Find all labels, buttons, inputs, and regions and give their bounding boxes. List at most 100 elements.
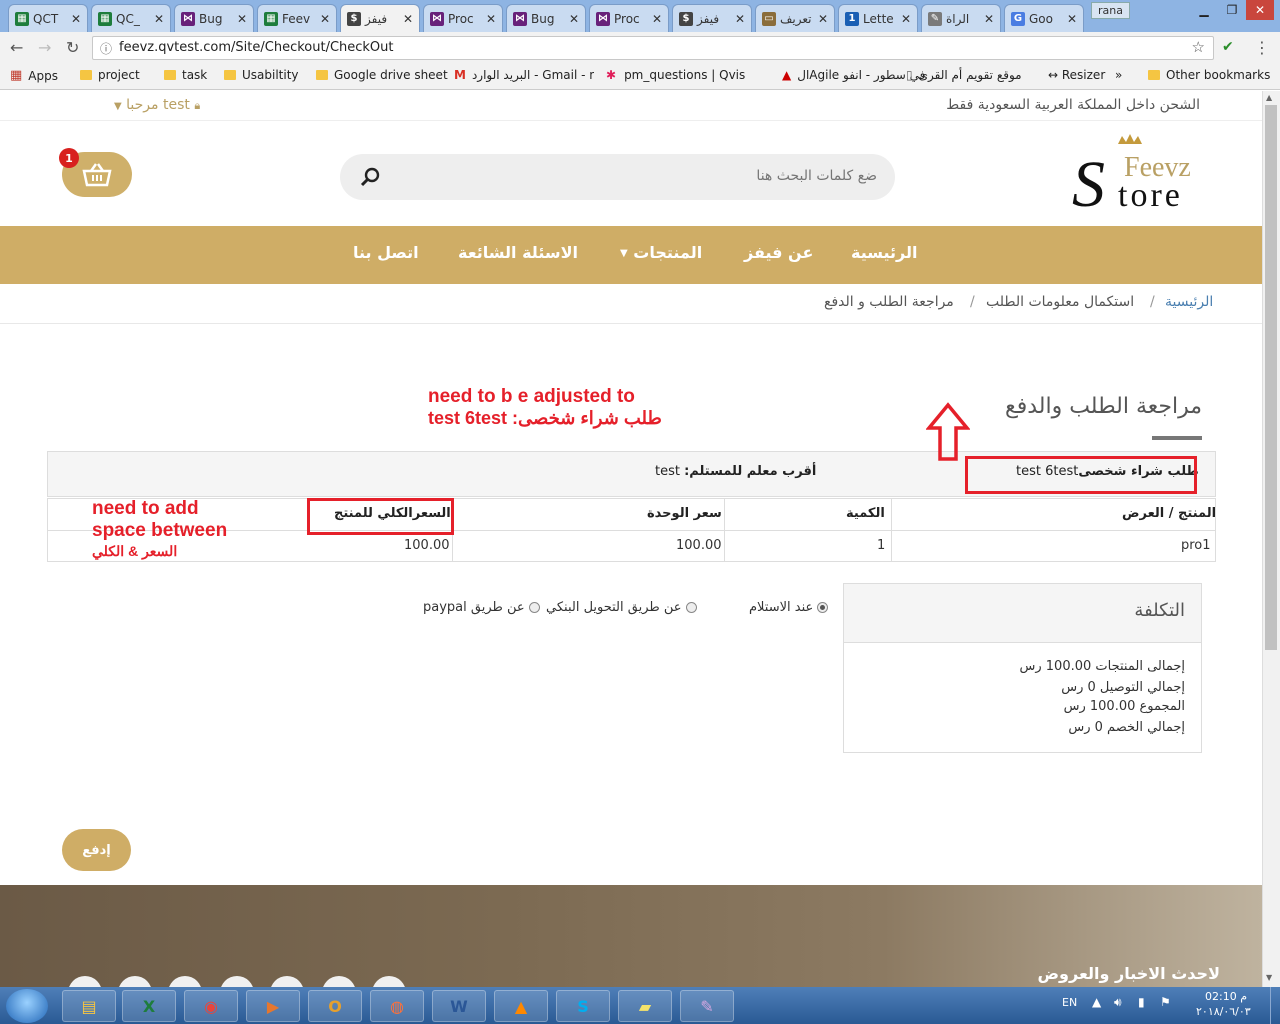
start-button-icon[interactable] (6, 989, 48, 1023)
bookmark-pm-questions[interactable]: ✱ pm_questions | Qvis (606, 68, 774, 82)
tab-close-icon[interactable]: ✕ (901, 12, 911, 26)
tab-close-icon[interactable]: ✕ (984, 12, 994, 26)
recipient-landmark: أقرب معلم للمستلم: test (655, 464, 816, 479)
tab-close-icon[interactable]: ✕ (71, 12, 81, 26)
cart-count-badge: 1 (59, 148, 79, 168)
show-desktop-button[interactable] (1270, 987, 1280, 1024)
caret-down-icon: ▼ (114, 101, 122, 112)
search-bar (340, 154, 895, 200)
radio[interactable] (528, 602, 540, 613)
info-icon[interactable]: ⓘ (100, 40, 112, 57)
browser-tab[interactable]: ⋈ Bug ✕ (506, 4, 586, 32)
browser-tab[interactable]: 1 Lette ✕ (838, 4, 918, 32)
bookmark-project[interactable]: project (80, 68, 140, 82)
browser-tab[interactable]: $ فيفز ✕ (340, 4, 420, 32)
tab-close-icon[interactable]: ✕ (154, 12, 164, 26)
logo-s: S (1072, 148, 1105, 214)
site-logo[interactable]: S Feevz tore (1070, 130, 1205, 221)
volume-icon[interactable]: 🔊︎ (1114, 995, 1122, 1010)
payment-option-paypal[interactable]: عن طريق paypal (423, 600, 540, 615)
nav-contact[interactable]: اتصل بنا (353, 243, 419, 262)
bookmark-gmail[interactable]: M البريد الوارد - Gmail - n (454, 68, 594, 82)
bookmarks-overflow[interactable]: » (1115, 68, 1122, 82)
search-icon[interactable] (360, 167, 380, 187)
search-input[interactable] (417, 168, 877, 184)
tab-close-icon[interactable]: ✕ (569, 12, 579, 26)
breadcrumb-order-info[interactable]: استكمال معلومات الطلب (986, 294, 1134, 310)
bookmark-google-drive-sheet[interactable]: Google drive sheet (316, 68, 448, 82)
pay-button[interactable]: إدفع (62, 829, 131, 871)
clock-time[interactable]: 02:10 م (1205, 990, 1247, 1003)
vlc-icon[interactable]: ▲ (494, 990, 548, 1022)
tab-close-icon[interactable]: ✕ (818, 12, 828, 26)
radio-selected[interactable] (817, 602, 829, 613)
skype-icon[interactable]: S (556, 990, 610, 1022)
paint-icon[interactable]: ✎ (680, 990, 734, 1022)
nav-about[interactable]: عن فيفز (744, 243, 813, 262)
crown-icon: S Feevz tore (1072, 134, 1191, 221)
address-bar[interactable]: ⓘ feevz.qvtest.com/Site/Checkout/CheckOu… (92, 36, 1214, 60)
sticky-notes-icon[interactable]: ▰ (618, 990, 672, 1022)
forward-icon[interactable]: → (38, 38, 51, 57)
payment-option-bank[interactable]: عن طريق التحويل البنكي (546, 600, 697, 615)
word-icon[interactable]: W (432, 990, 486, 1022)
scrollbar-thumb[interactable] (1265, 105, 1277, 650)
menu-icon[interactable]: ⋮ (1254, 38, 1270, 57)
nav-faq[interactable]: الاسئلة الشائعة (458, 243, 578, 262)
nav-home[interactable]: الرئيسية (851, 243, 918, 262)
scroll-down-icon[interactable]: ▼ (1266, 973, 1272, 982)
firefox-icon[interactable]: ◍ (370, 990, 424, 1022)
bookmark-apps[interactable]: ▦ Apps (10, 68, 58, 83)
browser-tab[interactable]: ⋈ Proc ✕ (423, 4, 503, 32)
maximize-icon[interactable]: ❐ (1218, 0, 1246, 20)
bookmark-agile[interactable]: ▲ الAgile في سطور - انفو (782, 68, 925, 82)
browser-tab[interactable]: ▦ QC_ ✕ (91, 4, 171, 32)
bookmark-task[interactable]: task (164, 68, 207, 82)
tab-title: Goo (1029, 11, 1053, 26)
browser-tab[interactable]: ▦ Feev ✕ (257, 4, 337, 32)
excel-icon[interactable]: X (122, 990, 176, 1022)
browser-tab[interactable]: ⋈ Proc ✕ (589, 4, 669, 32)
tab-close-icon[interactable]: ✕ (320, 12, 330, 26)
radio[interactable] (685, 602, 697, 613)
back-icon[interactable]: ← (10, 38, 23, 57)
tab-close-icon[interactable]: ✕ (1067, 12, 1077, 26)
bookmark-other[interactable]: Other bookmarks (1148, 68, 1270, 82)
browser-tab[interactable]: ⋈ Bug ✕ (174, 4, 254, 32)
close-window-icon[interactable]: ✕ (1246, 0, 1274, 20)
clock-date[interactable]: ٢٠١٨/٠٦/٠٣ (1196, 1005, 1251, 1018)
scroll-up-icon[interactable]: ▲ (1266, 93, 1272, 102)
table-header-quantity: الكمية (846, 506, 885, 521)
tray-up-arrow-icon[interactable]: ▲ (1092, 995, 1101, 1009)
chrome-icon[interactable]: ◉ (184, 990, 238, 1022)
language-indicator[interactable]: EN (1062, 996, 1077, 1009)
media-player-icon[interactable]: ▶ (246, 990, 300, 1022)
annotation-note-1-line-2: طلب شراء شخصى: test 6test (428, 408, 662, 428)
reload-icon[interactable]: ↻ (66, 38, 79, 57)
tab-close-icon[interactable]: ✕ (652, 12, 662, 26)
bookmark-um-alqura[interactable]: ▯ موقع تقويم أم القرى (906, 68, 1022, 82)
payment-option-cod[interactable]: عند الاستلام (749, 600, 829, 615)
tab-close-icon[interactable]: ✕ (403, 12, 413, 26)
browser-tab[interactable]: $ فيفز ✕ (672, 4, 752, 32)
browser-profile-name[interactable]: rana (1091, 2, 1130, 19)
network-icon[interactable]: ▮ (1138, 995, 1145, 1009)
browser-tab[interactable]: ▭ تعريف ✕ (755, 4, 835, 32)
browser-tab[interactable]: ✎ الراة ✕ (921, 4, 1001, 32)
tab-close-icon[interactable]: ✕ (486, 12, 496, 26)
action-center-icon[interactable]: ⚑ (1160, 995, 1171, 1009)
breadcrumb-home[interactable]: الرئيسية (1165, 294, 1213, 310)
tab-close-icon[interactable]: ✕ (237, 12, 247, 26)
outlook-icon[interactable]: O (308, 990, 362, 1022)
browser-tab[interactable]: G Goo ✕ (1004, 4, 1084, 32)
bookmark-resizer[interactable]: ↔ Resizer (1048, 68, 1105, 82)
user-menu[interactable]: ▼ مرحبا test 🔒︎ (114, 97, 200, 113)
nav-products[interactable]: ▼ المنتجات (620, 243, 702, 262)
browser-tab[interactable]: ▦ QCT ✕ (8, 4, 88, 32)
file-explorer-icon[interactable]: ▤ (62, 990, 116, 1022)
bookmark-star-icon[interactable]: ☆ (1192, 38, 1205, 56)
bookmark-usability[interactable]: Usabiltity (224, 68, 299, 82)
minimize-icon[interactable]: ▁ (1190, 0, 1218, 20)
tab-close-icon[interactable]: ✕ (735, 12, 745, 26)
extension-icon[interactable]: ✔ (1222, 39, 1234, 55)
